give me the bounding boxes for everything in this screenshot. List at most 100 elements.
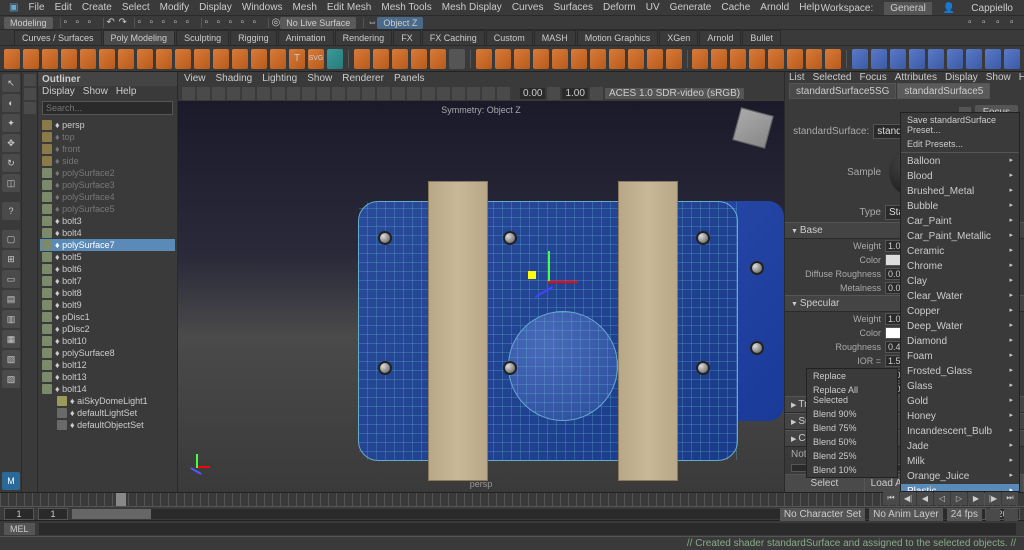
sculpt-icon[interactable] — [928, 49, 944, 69]
live-surface-icon[interactable]: ◎ — [272, 17, 281, 28]
vp-lights-icon[interactable] — [407, 87, 420, 100]
menu-display[interactable]: Display — [194, 2, 237, 13]
quadrangulate-icon[interactable] — [966, 49, 982, 69]
vp-menu-view[interactable]: View — [184, 73, 206, 84]
replace-item[interactable]: Blend 90% — [807, 407, 897, 421]
move-tool-icon[interactable]: ✥ — [2, 134, 20, 152]
undo-icon[interactable]: ↶ — [107, 17, 119, 28]
preset-edit[interactable]: Edit Presets... — [901, 137, 1019, 151]
preset-item[interactable]: Milk▸ — [901, 454, 1019, 469]
menu-cache[interactable]: Cache — [716, 2, 755, 13]
ql-3-icon[interactable] — [24, 102, 36, 114]
char-set-dropdown[interactable]: No Character Set — [780, 508, 865, 521]
layout-uv-icon[interactable]: ▧ — [2, 350, 20, 368]
poly-sphere-icon[interactable] — [4, 49, 20, 69]
create-poly-icon[interactable] — [711, 49, 727, 69]
autokey-icon[interactable] — [986, 509, 1000, 521]
symmetrize-icon[interactable] — [666, 49, 682, 69]
vp-smooth-shade-icon[interactable] — [377, 87, 390, 100]
outliner-item[interactable]: ♦ bolt7 — [40, 275, 175, 287]
menu-create[interactable]: Create — [77, 2, 117, 13]
vp-film-gate-icon[interactable] — [272, 87, 285, 100]
preset-item[interactable]: Orange_Juice▸ — [901, 469, 1019, 484]
vp-xray-icon[interactable] — [482, 87, 495, 100]
vp-image-plane-icon[interactable] — [212, 87, 225, 100]
attr-menu-attributes[interactable]: Attributes — [895, 72, 937, 83]
vp-exposure-icon[interactable] — [547, 87, 560, 100]
outliner-item[interactable]: ♦ bolt8 — [40, 287, 175, 299]
step-forward-icon[interactable]: ▶ — [968, 491, 984, 505]
preset-item[interactable]: Foam▸ — [901, 349, 1019, 364]
layout-single-icon[interactable]: ▢ — [2, 230, 20, 248]
app-icon[interactable]: ▣ — [4, 2, 23, 13]
time-slider[interactable] — [0, 492, 1024, 506]
shelf-tab-xgen[interactable]: XGen — [659, 30, 698, 45]
play-forward-icon[interactable]: ▷ — [951, 491, 967, 505]
separate-icon[interactable] — [373, 49, 389, 69]
vp-exposure-field[interactable]: 0.00 — [520, 88, 545, 99]
preset-item[interactable]: Blood▸ — [901, 169, 1019, 184]
outliner-item[interactable]: ♦ polySurface4 — [40, 191, 175, 203]
menu-edit[interactable]: Edit — [50, 2, 77, 13]
poly-pyramid-icon[interactable] — [156, 49, 172, 69]
crease-icon[interactable] — [909, 49, 925, 69]
vp-res-gate-icon[interactable] — [287, 87, 300, 100]
poly-cube-icon[interactable] — [23, 49, 39, 69]
vp-ao-icon[interactable] — [437, 87, 450, 100]
shelf-tab-mash[interactable]: MASH — [534, 30, 576, 45]
combine-icon[interactable] — [354, 49, 370, 69]
sel-object-icon[interactable]: ▫ — [174, 17, 186, 28]
live-surface-dropdown[interactable]: No Live Surface — [280, 17, 356, 29]
outliner-item[interactable]: ♦ top — [40, 131, 175, 143]
range-start-field[interactable]: 1 — [4, 508, 34, 520]
replace-item[interactable]: Blend 25% — [807, 449, 897, 463]
mirror-icon[interactable] — [430, 49, 446, 69]
step-forward-key-icon[interactable]: |▶ — [985, 491, 1001, 505]
preset-item[interactable]: Bubble▸ — [901, 199, 1019, 214]
attr-menu-display[interactable]: Display — [945, 72, 978, 83]
replace-item[interactable]: Replace — [807, 369, 897, 383]
snap-curve-icon[interactable]: ▫ — [217, 17, 229, 28]
replace-item[interactable]: Blend 50% — [807, 435, 897, 449]
viewport-canvas[interactable]: Symmetry: Object Z — [178, 101, 784, 492]
poly-type-icon[interactable]: T — [289, 49, 305, 69]
signin-icon[interactable]: 👤 — [938, 3, 960, 14]
toggle-attr-icon[interactable]: ▫ — [982, 17, 996, 28]
preset-item[interactable]: Clay▸ — [901, 274, 1019, 289]
layout-persp-icon[interactable]: ▭ — [2, 270, 20, 288]
attr-menu-selected[interactable]: Selected — [813, 72, 852, 83]
poly-plane-icon[interactable] — [99, 49, 115, 69]
preset-item[interactable]: Diamond▸ — [901, 334, 1019, 349]
outliner-item[interactable]: ♦ bolt6 — [40, 263, 175, 275]
paint-select-icon[interactable]: ✦ — [2, 114, 20, 132]
flip-icon[interactable] — [647, 49, 663, 69]
preset-item[interactable]: Glass▸ — [901, 379, 1019, 394]
outliner-item[interactable]: ♦ pDisc1 — [40, 311, 175, 323]
range-in-field[interactable]: 1 — [38, 508, 68, 520]
outliner-item[interactable]: ♦ side — [40, 155, 175, 167]
replace-item[interactable]: Blend 75% — [807, 421, 897, 435]
menu-select[interactable]: Select — [117, 2, 155, 13]
menu-windows[interactable]: Windows — [237, 2, 288, 13]
outliner-menu-display[interactable]: Display — [42, 86, 75, 99]
slide-edge-icon[interactable] — [825, 49, 841, 69]
bridge-icon[interactable] — [495, 49, 511, 69]
layout-four-icon[interactable]: ⊞ — [2, 250, 20, 268]
attr-menu-focus[interactable]: Focus — [859, 72, 886, 83]
menu-deform[interactable]: Deform — [598, 2, 641, 13]
go-start-icon[interactable]: ⏮ — [883, 491, 899, 505]
poly-platonic-icon[interactable] — [137, 49, 153, 69]
shelf-tab-arnold[interactable]: Arnold — [699, 30, 741, 45]
shelf-tab-rigging[interactable]: Rigging — [230, 30, 277, 45]
outliner-item[interactable]: ♦ defaultLightSet — [40, 407, 175, 419]
fps-dropdown[interactable]: 24 fps — [947, 508, 982, 521]
shelf-tab-poly-modeling[interactable]: Poly Modeling — [103, 30, 176, 45]
preset-item[interactable]: Balloon▸ — [901, 154, 1019, 169]
outliner-item[interactable]: ♦ polySurface3 — [40, 179, 175, 191]
outliner-item[interactable]: ♦ bolt10 — [40, 335, 175, 347]
file-save-icon[interactable]: ▫ — [88, 17, 100, 28]
attr-tab-sg[interactable]: standardSurface5SG — [789, 83, 896, 99]
outliner-item[interactable]: ♦ polySurface5 — [40, 203, 175, 215]
user-name[interactable]: Cappiello — [966, 3, 1018, 14]
vp-shadows-icon[interactable] — [422, 87, 435, 100]
